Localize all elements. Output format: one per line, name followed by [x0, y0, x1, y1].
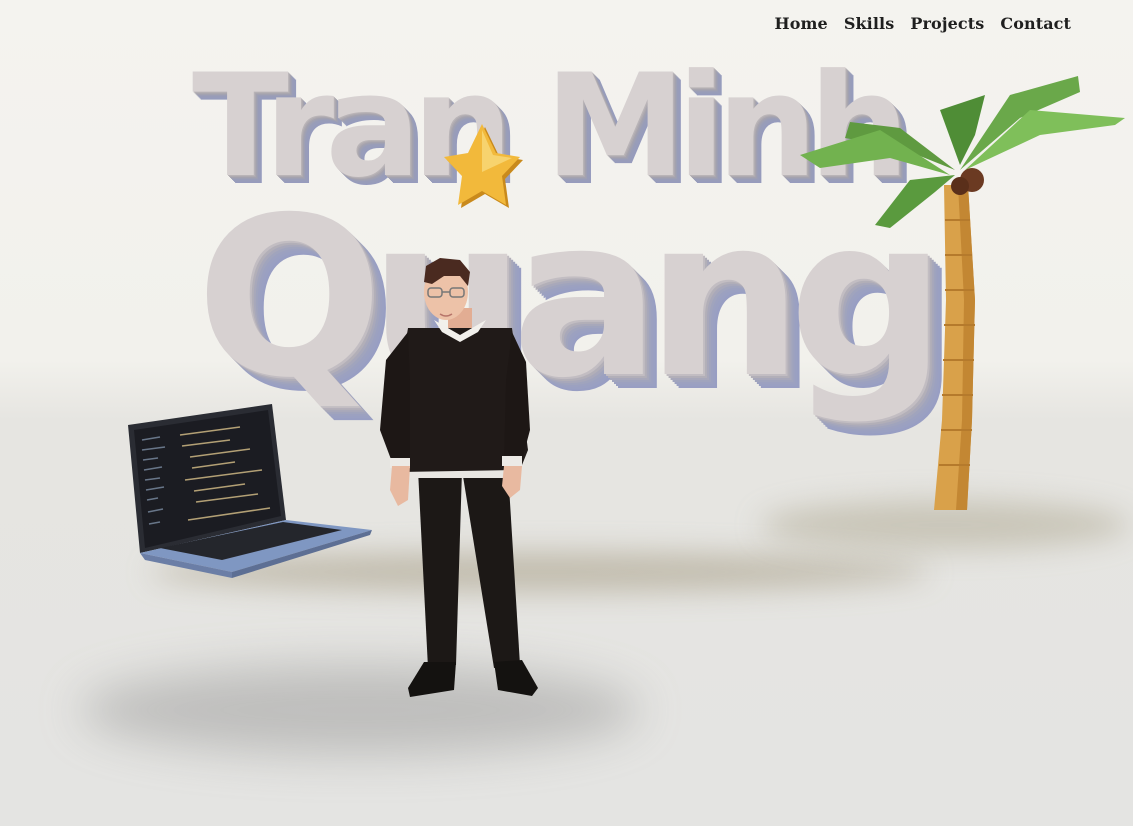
avatar [380, 258, 538, 697]
hero-scene [128, 76, 1125, 697]
laptop [128, 404, 372, 578]
star-icon [444, 124, 523, 208]
palm-tree [800, 76, 1125, 510]
